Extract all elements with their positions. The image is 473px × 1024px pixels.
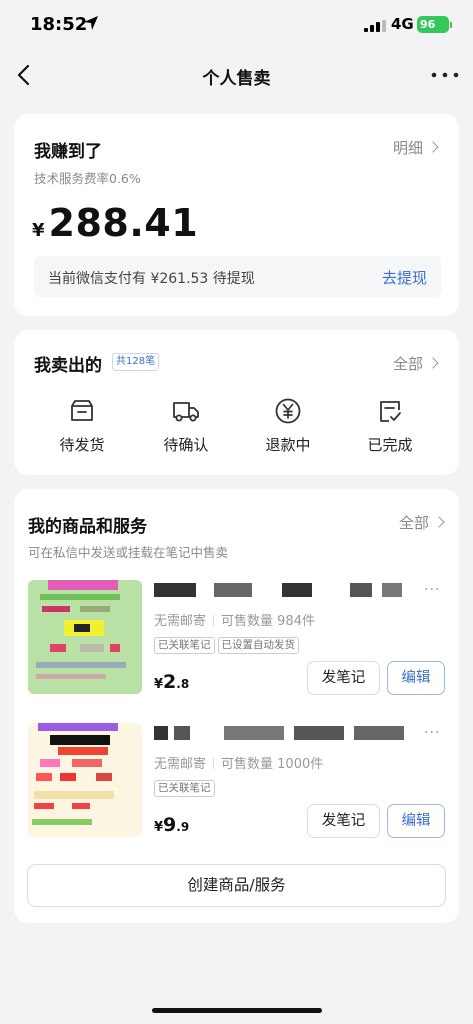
price-integer: 2 bbox=[163, 671, 177, 693]
service-fee-rate: 技术服务费率0.6% bbox=[34, 171, 141, 186]
withdraw-link[interactable]: 去提现 bbox=[382, 267, 427, 288]
pending-withdraw-box: 当前微信支付有 ¥261.53 待提现 去提现 bbox=[34, 256, 441, 297]
post-note-button[interactable]: 发笔记 bbox=[307, 804, 380, 838]
products-all-label: 全部 bbox=[398, 514, 429, 532]
sold-count-badge: 共128笔 bbox=[112, 353, 160, 371]
products-title: 我的商品和服务 bbox=[28, 517, 147, 537]
stock-label: 可售数量 984件 bbox=[221, 614, 315, 629]
product-tag: 已关联笔记 bbox=[154, 780, 215, 797]
earnings-detail-link[interactable]: 明细 bbox=[392, 137, 439, 158]
chevron-right-icon bbox=[427, 141, 439, 153]
product-price: ¥2.8 bbox=[154, 671, 189, 693]
sold-all-link[interactable]: 全部 bbox=[392, 353, 439, 374]
create-product-button[interactable]: 创建商品/服务 bbox=[27, 864, 446, 907]
order-status-refunding[interactable]: 退款中 bbox=[238, 396, 338, 455]
products-all-link[interactable]: 全部 bbox=[398, 512, 445, 533]
status-time: 18:52 bbox=[30, 14, 88, 35]
sold-all-label: 全部 bbox=[392, 355, 423, 373]
order-status-label: 已完成 bbox=[367, 436, 413, 454]
yen-circle-icon bbox=[275, 398, 301, 424]
earnings-title: 我赚到了 bbox=[34, 142, 102, 162]
battery-level: 96 bbox=[420, 18, 436, 31]
post-note-button[interactable]: 发笔记 bbox=[307, 661, 380, 695]
price-currency: ¥ bbox=[154, 677, 164, 692]
order-status-label: 待确认 bbox=[163, 436, 209, 454]
price-decimal: .9 bbox=[176, 820, 190, 834]
truck-icon bbox=[173, 402, 199, 422]
earnings-card: 我赚到了 明细 技术服务费率0.6% ¥288.41 当前微信支付有 ¥261.… bbox=[14, 114, 459, 316]
stock-label: 可售数量 1000件 bbox=[221, 757, 324, 772]
product-name-redacted bbox=[154, 580, 414, 602]
order-status-to-ship[interactable]: 待发货 bbox=[32, 396, 132, 455]
signal-icon bbox=[364, 20, 386, 32]
order-status-label: 退款中 bbox=[265, 436, 311, 454]
amount-value: 288.41 bbox=[48, 201, 199, 245]
product-price: ¥9.9 bbox=[154, 814, 189, 836]
edit-button[interactable]: 编辑 bbox=[387, 661, 445, 695]
shipping-label: 无需邮寄 bbox=[154, 757, 207, 772]
price-integer: 9 bbox=[163, 814, 177, 836]
product-name-redacted bbox=[154, 723, 414, 745]
product-tag: 已关联笔记 bbox=[154, 637, 215, 654]
product-item[interactable]: ··· 无需邮寄 可售数量 1000件 已关联笔记 ¥9.9 发笔记 编辑 bbox=[14, 723, 459, 853]
order-status-completed[interactable]: 已完成 bbox=[340, 396, 440, 455]
sold-orders-card: 我卖出的 共128笔 全部 待发货 待确认 退款中 已完成 bbox=[14, 330, 459, 475]
product-thumbnail bbox=[28, 580, 142, 694]
currency-symbol: ¥ bbox=[32, 220, 45, 241]
product-more-icon[interactable]: ··· bbox=[424, 582, 440, 598]
price-currency: ¥ bbox=[154, 820, 164, 835]
sold-title: 我卖出的 bbox=[34, 356, 102, 376]
product-thumbnail bbox=[28, 723, 142, 837]
home-indicator[interactable] bbox=[152, 1008, 322, 1013]
status-bar: 18:52 4G 96 bbox=[0, 0, 473, 48]
product-meta: 无需邮寄 可售数量 1000件 bbox=[154, 753, 323, 772]
earnings-amount: ¥288.41 bbox=[32, 201, 198, 245]
product-tags: 已关联笔记 已设置自动发货 bbox=[154, 633, 302, 654]
page-title: 个人售卖 bbox=[202, 69, 271, 89]
edit-button[interactable]: 编辑 bbox=[387, 804, 445, 838]
detail-label: 明细 bbox=[392, 139, 423, 157]
box-icon bbox=[71, 400, 93, 421]
price-decimal: .8 bbox=[176, 677, 190, 691]
chevron-right-icon bbox=[427, 357, 439, 369]
location-arrow-icon bbox=[84, 16, 98, 30]
product-tag: 已设置自动发货 bbox=[217, 637, 299, 654]
nav-bar: 个人售卖 bbox=[0, 50, 473, 100]
shipping-label: 无需邮寄 bbox=[154, 614, 207, 629]
product-item[interactable]: ··· 无需邮寄 可售数量 984件 已关联笔记 已设置自动发货 ¥2.8 发笔记 … bbox=[14, 580, 459, 710]
products-subtitle: 可在私信中发送或挂载在笔记中售卖 bbox=[28, 545, 229, 560]
product-tags: 已关联笔记 bbox=[154, 776, 218, 797]
network-label: 4G bbox=[391, 15, 414, 33]
more-icon[interactable] bbox=[430, 72, 460, 78]
pending-withdraw-text: 当前微信支付有 ¥261.53 待提现 bbox=[48, 271, 255, 287]
battery-icon: 96 bbox=[417, 16, 452, 33]
product-meta: 无需邮寄 可售数量 984件 bbox=[154, 610, 315, 629]
chevron-right-icon bbox=[433, 516, 445, 528]
product-more-icon[interactable]: ··· bbox=[424, 725, 440, 741]
order-status-label: 待发货 bbox=[59, 436, 105, 454]
products-card: 我的商品和服务 全部 可在私信中发送或挂载在笔记中售卖 ··· 无需邮寄 可售数量… bbox=[14, 489, 459, 923]
order-status-to-confirm[interactable]: 待确认 bbox=[136, 396, 236, 455]
check-doc-icon bbox=[380, 401, 401, 422]
